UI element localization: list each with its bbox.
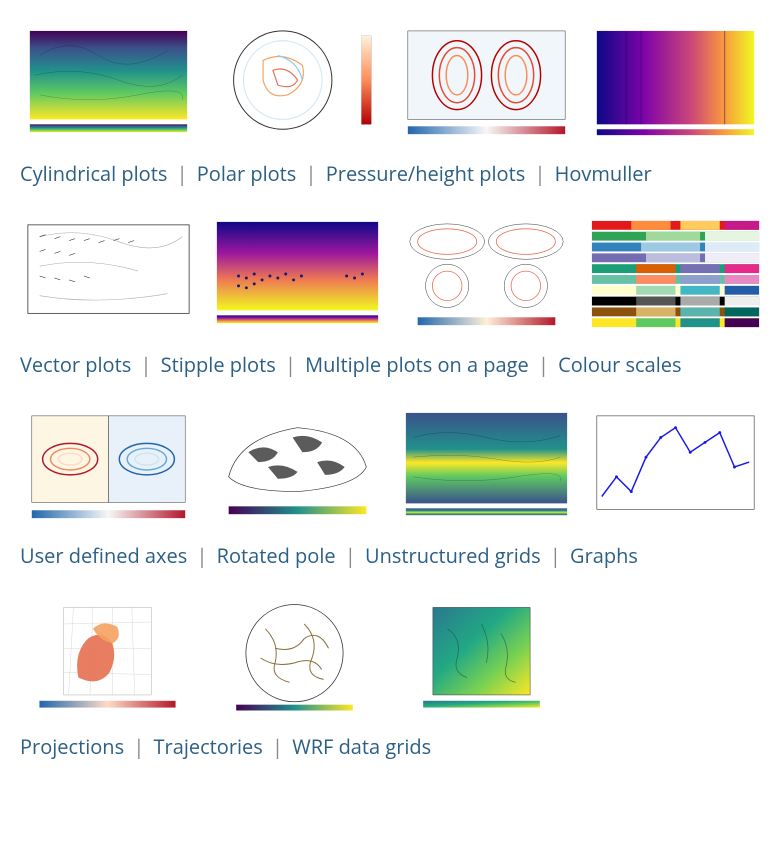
link-stipple[interactable]: Stipple plots <box>161 351 276 378</box>
thumb-polar[interactable] <box>209 20 386 150</box>
link-unstructured[interactable]: Unstructured grids <box>365 542 541 569</box>
thumb-vector[interactable] <box>20 211 197 341</box>
trajectories-icon <box>207 593 382 723</box>
thumb-row-2 <box>20 211 764 341</box>
separator: | <box>534 160 545 187</box>
link-graphs[interactable]: Graphs <box>570 542 638 569</box>
thumb-row-4 <box>20 593 764 723</box>
vector-plot-icon <box>20 211 197 341</box>
separator: | <box>538 351 549 378</box>
thumb-pressure-height[interactable] <box>398 20 575 150</box>
thumb-rotated-pole[interactable] <box>209 402 386 532</box>
graph-icon <box>587 402 764 532</box>
thumb-projections[interactable] <box>20 593 195 723</box>
separator: | <box>550 542 561 569</box>
thumb-stipple[interactable] <box>209 211 386 341</box>
link-rotated-pole[interactable]: Rotated pole <box>217 542 336 569</box>
thumb-unstructured[interactable] <box>398 402 575 532</box>
thumb-row-1 <box>20 20 764 150</box>
separator: | <box>140 351 151 378</box>
unstructured-icon <box>398 402 575 532</box>
separator: | <box>177 160 188 187</box>
thumb-multiple[interactable] <box>398 211 575 341</box>
separator: | <box>272 733 283 760</box>
thumb-cylindrical[interactable] <box>20 20 197 150</box>
thumb-user-axes[interactable] <box>20 402 197 532</box>
link-polar[interactable]: Polar plots <box>197 160 297 187</box>
links-row-2: Vector plots | Stipple plots | Multiple … <box>20 351 764 378</box>
thumb-trajectories[interactable] <box>207 593 382 723</box>
links-row-4: Projections | Trajectories | WRF data gr… <box>20 733 764 760</box>
wrf-icon <box>394 593 569 723</box>
separator: | <box>345 542 356 569</box>
user-axes-icon <box>20 402 197 532</box>
rotated-pole-icon <box>209 402 386 532</box>
colour-scales-icon <box>587 211 764 341</box>
hovmuller-icon <box>587 20 764 150</box>
thumb-colour-scales[interactable] <box>587 211 764 341</box>
separator: | <box>133 733 144 760</box>
separator: | <box>306 160 317 187</box>
multiple-plots-icon <box>398 211 575 341</box>
links-row-1: Cylindrical plots | Polar plots | Pressu… <box>20 160 764 187</box>
map-viridis-icon <box>20 20 197 150</box>
link-user-axes[interactable]: User defined axes <box>20 542 187 569</box>
separator: | <box>196 542 207 569</box>
separator: | <box>285 351 296 378</box>
thumb-row-3 <box>20 402 764 532</box>
link-colour-scales[interactable]: Colour scales <box>558 351 681 378</box>
thumb-hovmuller[interactable] <box>587 20 764 150</box>
projections-icon <box>20 593 195 723</box>
link-cylindrical[interactable]: Cylindrical plots <box>20 160 167 187</box>
link-projections[interactable]: Projections <box>20 733 124 760</box>
link-wrf[interactable]: WRF data grids <box>292 733 431 760</box>
polar-plot-icon <box>209 20 386 150</box>
stipple-plot-icon <box>209 211 386 341</box>
link-trajectories[interactable]: Trajectories <box>154 733 263 760</box>
link-pressure-height[interactable]: Pressure/height plots <box>326 160 525 187</box>
link-multiple[interactable]: Multiple plots on a page <box>305 351 529 378</box>
thumb-wrf[interactable] <box>394 593 569 723</box>
link-vector[interactable]: Vector plots <box>20 351 131 378</box>
links-row-3: User defined axes | Rotated pole | Unstr… <box>20 542 764 569</box>
link-hovmuller[interactable]: Hovmuller <box>555 160 652 187</box>
pressure-plot-icon <box>398 20 575 150</box>
thumb-graphs[interactable] <box>587 402 764 532</box>
